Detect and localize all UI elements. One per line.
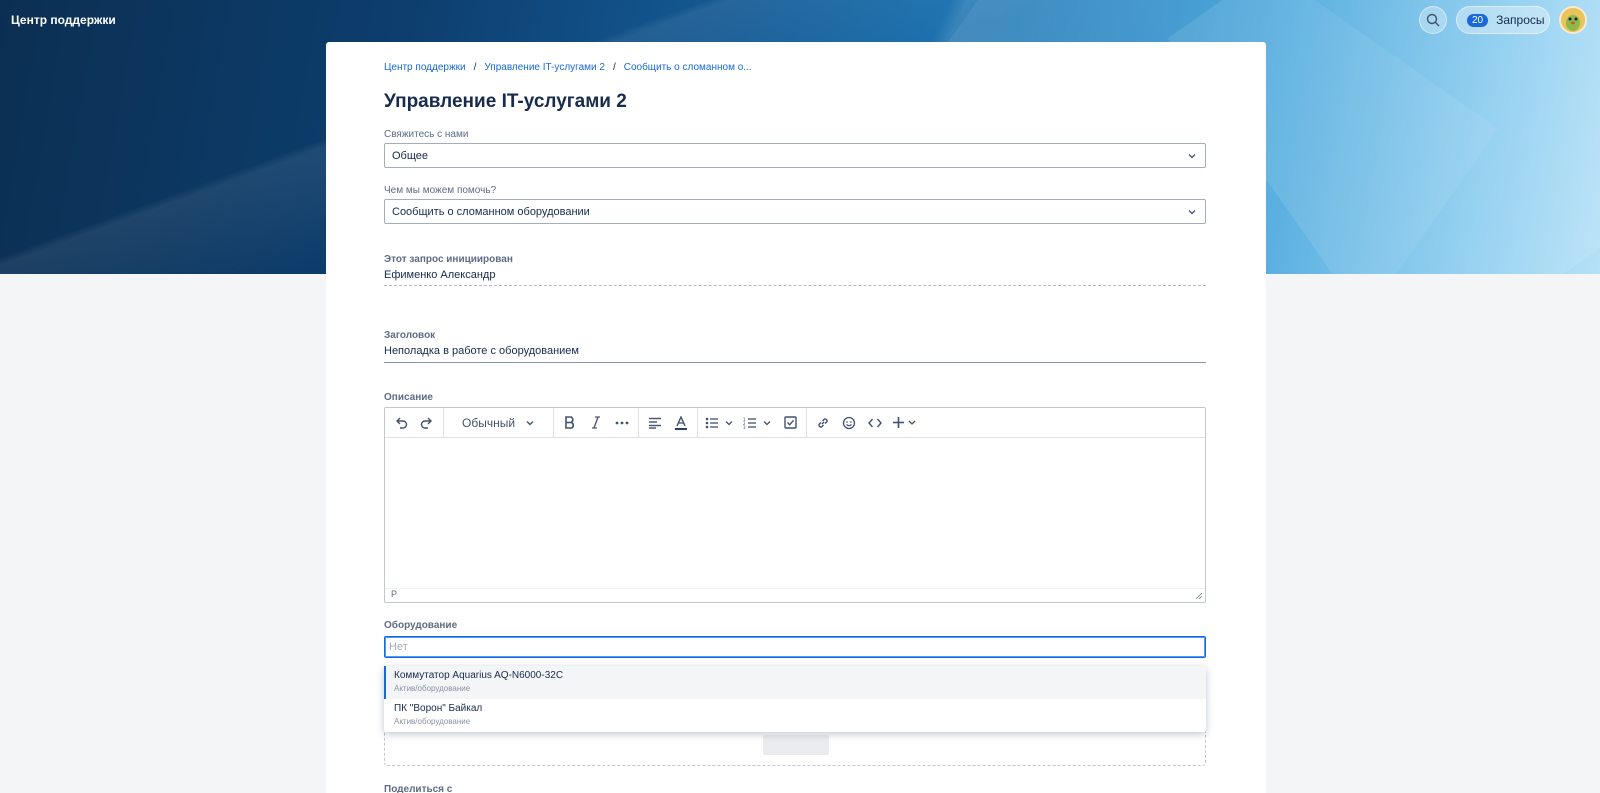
text-color-icon — [675, 415, 688, 430]
code-button[interactable] — [865, 413, 885, 433]
history-group — [385, 407, 444, 438]
initiated-value: Ефименко Александр — [384, 269, 1206, 286]
svg-text:3: 3 — [743, 425, 746, 429]
help-label: Чем мы можем помочь? — [384, 185, 497, 196]
help-center-link[interactable]: Центр поддержки — [11, 13, 116, 27]
more-formatting-button[interactable] — [612, 413, 632, 433]
bullet-list-icon — [705, 417, 733, 428]
requests-label: Запросы — [1496, 13, 1545, 27]
dropdown-option[interactable]: ПК "Ворон" Байкал Актив/оборудование — [384, 699, 1206, 732]
resize-handle-icon[interactable] — [1195, 592, 1203, 600]
request-form-card: Центр поддержки / Управление IT-услугами… — [326, 42, 1266, 793]
undo-button[interactable] — [391, 413, 411, 433]
insert-more-button[interactable] — [891, 413, 921, 433]
initiated-label: Этот запрос инициирован — [384, 254, 513, 265]
redo-icon — [420, 417, 432, 429]
editor-toolbar: Обычный 1 2 3 — [385, 407, 1205, 438]
bullet-list-button[interactable] — [704, 413, 736, 433]
option-subtitle: Актив/оборудование — [394, 717, 471, 726]
dropdown-option[interactable]: Коммутатор Aquarius AQ-N6000-32C Актив/о… — [384, 666, 1206, 699]
code-icon — [868, 418, 882, 427]
undo-icon — [396, 417, 408, 429]
emoji-button[interactable] — [839, 413, 859, 433]
equipment-label: Оборудование — [384, 620, 458, 631]
chevron-down-icon — [1188, 210, 1196, 215]
search-button[interactable] — [1419, 6, 1447, 34]
browse-button[interactable] — [763, 735, 829, 755]
breadcrumb-item-request-type[interactable]: Сообщить о сломанном о... — [624, 62, 752, 73]
top-bar: Центр поддержки 20 Запросы — [0, 0, 1600, 40]
page-scrollbar[interactable] — [1594, 0, 1600, 793]
lists-group: 123 — [698, 407, 808, 438]
align-button[interactable] — [645, 413, 665, 433]
contact-select-value: Общее — [392, 150, 429, 162]
bold-icon — [565, 416, 575, 429]
option-title: Коммутатор Aquarius AQ-N6000-32C — [394, 670, 564, 681]
link-icon — [818, 417, 828, 428]
editor-statusbar: P — [385, 588, 1205, 602]
checkbox-icon — [783, 416, 797, 429]
avatar-icon — [1561, 8, 1585, 32]
page-title: Управление IT-услугами 2 — [384, 91, 627, 112]
contact-label: Свяжитесь с нами — [384, 129, 469, 140]
editor-element-path: P — [391, 589, 398, 599]
breadcrumb-separator: / — [473, 62, 477, 73]
description-editor: Обычный 1 2 3 P — [384, 407, 1206, 603]
alignment-group — [639, 407, 699, 438]
italic-icon — [592, 416, 601, 429]
equipment-dropdown: Коммутатор Aquarius AQ-N6000-32C Актив/о… — [384, 666, 1206, 732]
contact-select[interactable]: Общее — [384, 143, 1206, 168]
text-style-value: Обычный — [462, 415, 516, 430]
link-button[interactable] — [813, 413, 833, 433]
chevron-down-icon — [1188, 154, 1196, 159]
user-avatar[interactable] — [1559, 6, 1587, 34]
bold-button[interactable] — [560, 413, 580, 433]
align-left-icon — [649, 417, 662, 429]
breadcrumb-item-help-center[interactable]: Центр поддержки — [384, 62, 466, 73]
text-style-group: Обычный — [444, 407, 555, 438]
equipment-placeholder: Нет — [389, 641, 408, 653]
breadcrumb-separator: / — [612, 62, 616, 73]
option-title: ПК "Ворон" Байкал — [394, 703, 483, 714]
search-icon — [1426, 13, 1440, 27]
equipment-search-input[interactable]: Нет — [384, 636, 1206, 658]
requests-count-badge: 20 — [1467, 13, 1489, 27]
request-type-select-value: Сообщить о сломанном оборудовании — [392, 206, 590, 218]
breadcrumb-item-service[interactable]: Управление IT-услугами 2 — [484, 62, 605, 73]
summary-input[interactable]: Неполадка в работе с оборудованием — [384, 345, 1206, 363]
text-style-select[interactable]: Обычный — [444, 416, 553, 430]
numbered-list-button[interactable]: 123 — [742, 413, 774, 433]
numbered-list-icon: 123 — [743, 417, 771, 429]
formatting-group — [554, 407, 640, 438]
request-type-select[interactable]: Сообщить о сломанном оборудовании — [384, 199, 1206, 224]
redo-button[interactable] — [417, 413, 437, 433]
share-with-label: Поделиться с — [384, 784, 453, 793]
checklist-button[interactable] — [780, 413, 800, 433]
option-subtitle: Актив/оборудование — [394, 684, 471, 693]
emoji-icon — [842, 416, 856, 429]
description-label: Описание — [384, 392, 433, 403]
text-color-button[interactable] — [671, 413, 691, 433]
plus-icon — [893, 417, 916, 428]
summary-label: Заголовок — [384, 330, 436, 341]
insert-group — [807, 408, 927, 438]
more-icon — [615, 421, 629, 424]
chevron-down-icon — [526, 420, 534, 425]
breadcrumb: Центр поддержки / Управление IT-услугами… — [384, 62, 752, 73]
requests-button[interactable]: 20 Запросы — [1456, 6, 1550, 34]
description-textarea[interactable] — [385, 438, 1205, 588]
italic-button[interactable] — [586, 413, 606, 433]
